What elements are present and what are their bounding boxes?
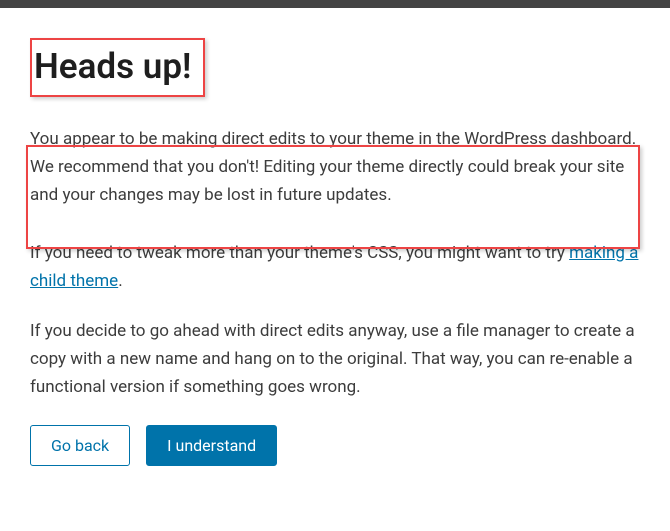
warning-text: You appear to be making direct edits to … [30,129,636,205]
window-top-bar [0,0,670,8]
child-theme-suffix: . [118,271,122,291]
child-theme-prefix: If you need to tweak more than your them… [30,243,569,263]
backup-advice-paragraph: If you decide to go ahead with direct ed… [30,317,640,401]
dialog-content: Heads up! You appear to be making direct… [0,8,670,496]
i-understand-button[interactable]: I understand [146,425,277,466]
go-back-button[interactable]: Go back [30,425,130,466]
dialog-button-row: Go back I understand [30,425,640,466]
heading-highlight-box: Heads up! [30,38,205,97]
warning-paragraph: You appear to be making direct edits to … [30,125,640,209]
dialog-heading: Heads up! [34,48,191,87]
child-theme-paragraph: If you need to tweak more than your them… [30,239,640,295]
